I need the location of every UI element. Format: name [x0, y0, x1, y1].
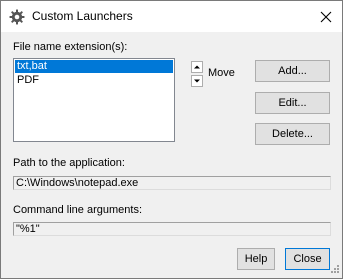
- close-window-button[interactable]: [313, 5, 339, 29]
- list-item[interactable]: txt,bat: [15, 60, 173, 73]
- gear-icon: [9, 9, 25, 25]
- resize-grip-icon[interactable]: [328, 264, 340, 276]
- args-field[interactable]: "%1": [13, 222, 331, 236]
- edit-button[interactable]: Edit...: [255, 92, 330, 114]
- custom-launchers-dialog: Custom Launchers File name extension(s):…: [0, 0, 343, 279]
- list-item[interactable]: PDF: [15, 74, 173, 87]
- close-button[interactable]: Close: [285, 248, 330, 270]
- extensions-label: File name extension(s):: [13, 41, 128, 53]
- arrow-up-icon: [194, 65, 200, 69]
- path-label: Path to the application:: [13, 157, 125, 169]
- extensions-list[interactable]: txt,bat PDF: [13, 58, 175, 142]
- args-label: Command line arguments:: [13, 204, 143, 216]
- arrow-down-icon: [194, 79, 200, 83]
- path-field[interactable]: C:\Windows\notepad.exe: [13, 176, 331, 190]
- title-bar: Custom Launchers: [1, 1, 342, 32]
- help-button[interactable]: Help: [237, 248, 275, 270]
- window-title: Custom Launchers: [32, 9, 133, 23]
- move-up-button[interactable]: [191, 61, 203, 73]
- close-icon: [320, 11, 332, 23]
- dialog-body: File name extension(s): txt,bat PDF Move…: [1, 32, 342, 278]
- add-button[interactable]: Add...: [255, 60, 330, 82]
- move-down-button[interactable]: [191, 75, 203, 87]
- move-label: Move: [208, 67, 235, 79]
- delete-button[interactable]: Delete...: [255, 123, 330, 145]
